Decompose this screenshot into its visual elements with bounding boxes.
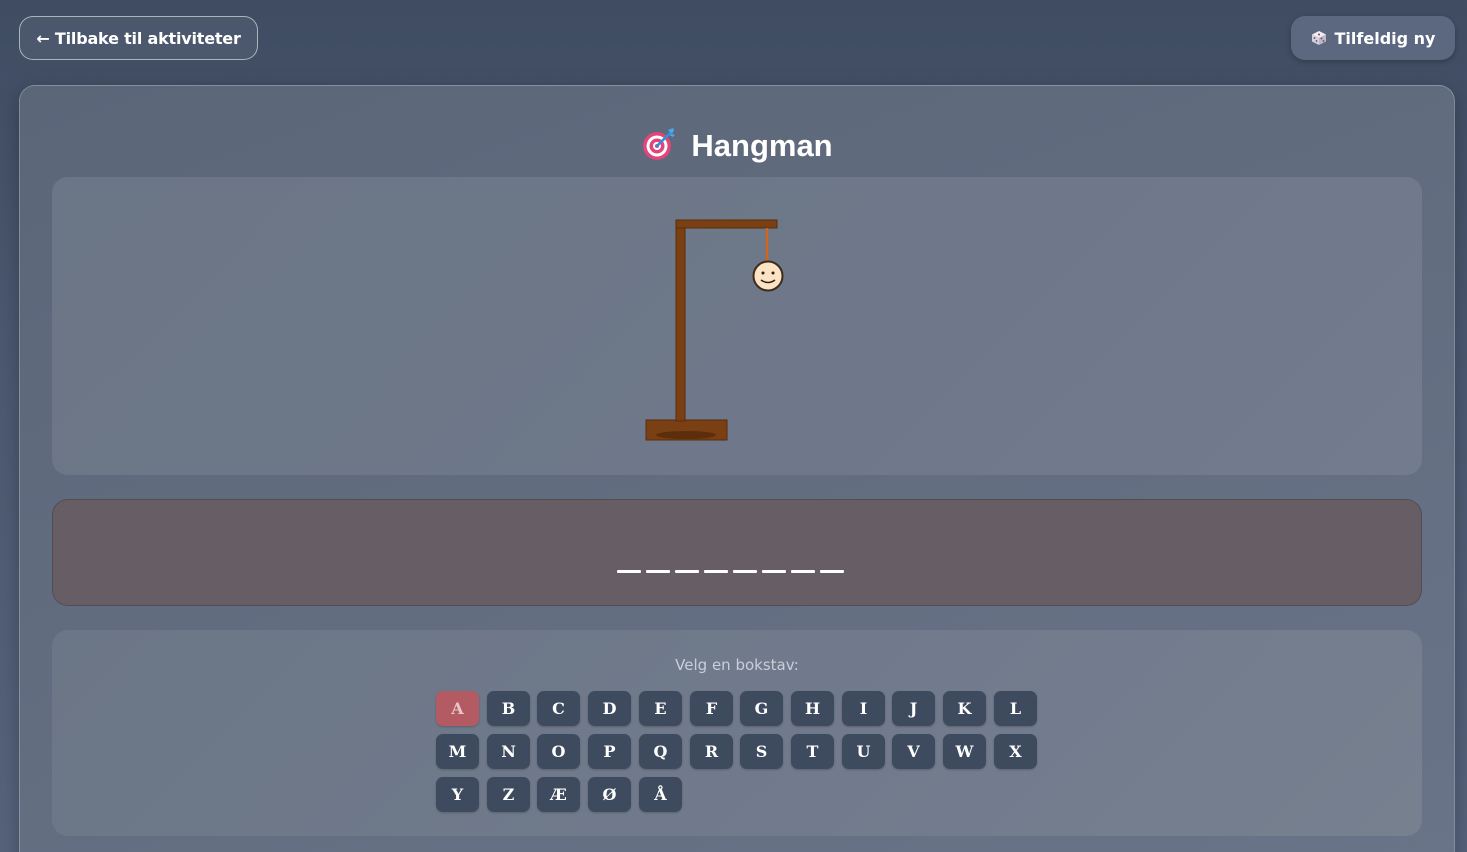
letter-key[interactable]: Æ — [537, 777, 580, 812]
letter-slot — [646, 570, 670, 573]
letter-key[interactable]: U — [842, 734, 885, 769]
letter-key[interactable]: P — [588, 734, 631, 769]
letter-key[interactable]: M — [436, 734, 479, 769]
letter-key[interactable]: Z — [487, 777, 530, 812]
hangman-head-icon — [752, 260, 784, 292]
letter-key[interactable]: Å — [639, 777, 682, 812]
letter-slot — [762, 570, 786, 573]
letter-key[interactable]: F — [690, 691, 733, 726]
letter-slot — [704, 570, 728, 573]
letters-panel: Velg en bokstav: ABCDEFGHIJKL MNOPQRSTUVW… — [52, 630, 1422, 836]
letter-key[interactable]: O — [537, 734, 580, 769]
letter-key[interactable]: W — [943, 734, 986, 769]
letter-key[interactable]: V — [892, 734, 935, 769]
letter-key[interactable]: A — [436, 691, 479, 726]
letter-key[interactable]: Ø — [588, 777, 631, 812]
letter-key[interactable]: K — [943, 691, 986, 726]
game-card: Hangman Velg en bokstav: ABCDEFGHIJKL MNO… — [19, 85, 1455, 852]
target-icon — [641, 126, 677, 166]
letter-key[interactable]: R — [690, 734, 733, 769]
word-slots — [617, 570, 844, 573]
dice-icon — [1311, 30, 1327, 46]
letter-key[interactable]: X — [994, 734, 1037, 769]
gallows-drawing — [645, 219, 784, 441]
letter-key[interactable]: L — [994, 691, 1037, 726]
random-button-label: Tilfeldig ny — [1334, 28, 1436, 48]
letter-key[interactable]: N — [487, 734, 530, 769]
gallows-panel — [52, 177, 1422, 475]
letter-prompt: Velg en bokstav: — [675, 656, 799, 674]
letter-key[interactable]: G — [740, 691, 783, 726]
letter-slot — [675, 570, 699, 573]
letter-key[interactable]: Y — [436, 777, 479, 812]
word-panel — [52, 499, 1422, 606]
letter-key[interactable]: E — [639, 691, 682, 726]
letter-key[interactable]: C — [537, 691, 580, 726]
letter-key[interactable]: I — [842, 691, 885, 726]
letter-key[interactable]: T — [791, 734, 834, 769]
letter-key[interactable]: H — [791, 691, 834, 726]
letter-key[interactable]: D — [588, 691, 631, 726]
letter-slot — [820, 570, 844, 573]
random-new-button[interactable]: Tilfeldig ny — [1291, 16, 1455, 60]
back-button-label: ← Tilbake til aktiviteter — [36, 28, 241, 48]
letter-slot — [733, 570, 757, 573]
page-title: Hangman — [691, 128, 833, 163]
letter-slot — [617, 570, 641, 573]
letter-key[interactable]: S — [740, 734, 783, 769]
letter-key[interactable]: B — [487, 691, 530, 726]
letter-slot — [791, 570, 815, 573]
back-to-activities-button[interactable]: ← Tilbake til aktiviteter — [19, 16, 258, 60]
game-title: Hangman — [20, 126, 1454, 166]
letter-key[interactable]: J — [892, 691, 935, 726]
letter-key[interactable]: Q — [639, 734, 682, 769]
